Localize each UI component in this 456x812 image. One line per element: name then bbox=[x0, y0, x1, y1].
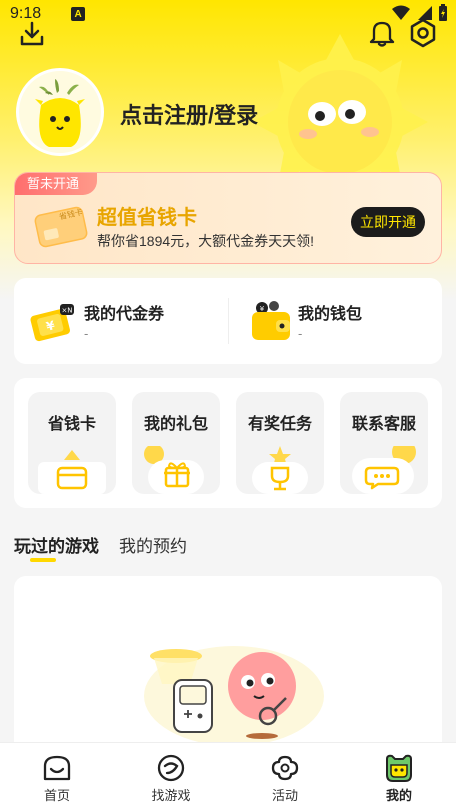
vouchers-entry[interactable]: ¥ ×N 我的代金券 - bbox=[14, 278, 228, 364]
shortcuts-section: 省钱卡 我的礼包 有奖任务 联系客服 bbox=[14, 378, 442, 508]
tab-played-games[interactable]: 玩过的游戏 bbox=[14, 532, 99, 562]
settings-icon[interactable] bbox=[408, 18, 438, 48]
status-badge: 暂未开通 bbox=[15, 173, 98, 195]
wallet-icon: ¥ bbox=[252, 301, 290, 340]
activate-button[interactable]: 立即开通 bbox=[351, 207, 425, 237]
savings-card-banner[interactable]: 暂未开通 省钱卡 超值省钱卡 帮你省1894元，大额代金券天天领! 立即开通 bbox=[14, 172, 442, 264]
gift-icon bbox=[144, 446, 204, 494]
shortcut-savings-card[interactable]: 省钱卡 bbox=[28, 392, 116, 494]
voucher-icon: ¥ ×N bbox=[30, 304, 74, 342]
shortcut-label: 我的礼包 bbox=[143, 416, 208, 433]
shortcut-label: 省钱卡 bbox=[47, 416, 96, 433]
savings-card-title: 超值省钱卡 bbox=[97, 207, 197, 229]
wallet-value: - bbox=[298, 326, 303, 341]
wallet-section: ¥ ×N 我的代金券 - ¥ 我的钱包 - bbox=[14, 278, 442, 364]
profile-icon bbox=[386, 754, 412, 782]
shortcut-label: 有奖任务 bbox=[247, 416, 312, 433]
activity-icon bbox=[271, 755, 299, 781]
svg-text:¥: ¥ bbox=[260, 305, 265, 313]
vouchers-value: - bbox=[84, 326, 89, 341]
avatar[interactable] bbox=[16, 68, 104, 156]
vouchers-label: 我的代金券 bbox=[84, 306, 165, 323]
shortcut-my-gifts[interactable]: 我的礼包 bbox=[132, 392, 220, 494]
nav-discover[interactable]: 找游戏 bbox=[114, 743, 228, 812]
notification-app-icon: A bbox=[71, 7, 86, 21]
nav-activity[interactable]: 活动 bbox=[228, 743, 342, 812]
home-icon bbox=[43, 755, 71, 781]
trophy-icon bbox=[252, 446, 308, 494]
download-icon[interactable] bbox=[18, 20, 46, 48]
nav-profile[interactable]: 我的 bbox=[342, 743, 456, 812]
wallet-label: 我的钱包 bbox=[298, 306, 363, 323]
empty-state-illustration-icon bbox=[144, 646, 324, 746]
savings-card-subtitle: 帮你省1894元，大额代金券天天领! bbox=[97, 233, 315, 249]
bell-icon[interactable] bbox=[368, 18, 396, 48]
login-register-link[interactable]: 点击注册/登录 bbox=[120, 98, 258, 130]
battery-icon bbox=[439, 4, 447, 21]
nav-label: 找游戏 bbox=[151, 788, 191, 803]
wallet-entry[interactable]: ¥ 我的钱包 - bbox=[228, 278, 442, 364]
bottom-navigation: 首页 找游戏 活动 我的 bbox=[0, 742, 456, 812]
discover-icon bbox=[157, 754, 185, 782]
card-icon bbox=[38, 450, 106, 494]
nav-label: 首页 bbox=[43, 788, 70, 803]
active-tab-indicator bbox=[30, 558, 56, 562]
svg-text:×N: ×N bbox=[61, 307, 72, 315]
tab-my-reservations[interactable]: 我的预约 bbox=[119, 532, 187, 562]
nav-home[interactable]: 首页 bbox=[0, 743, 114, 812]
mascot-avatar-icon bbox=[35, 79, 85, 147]
nav-label: 活动 bbox=[271, 788, 298, 803]
shortcut-reward-tasks[interactable]: 有奖任务 bbox=[236, 392, 324, 494]
nav-label: 我的 bbox=[385, 788, 412, 803]
shortcut-customer-service[interactable]: 联系客服 bbox=[340, 392, 428, 494]
chat-icon bbox=[352, 446, 416, 494]
shortcut-label: 联系客服 bbox=[351, 416, 416, 433]
